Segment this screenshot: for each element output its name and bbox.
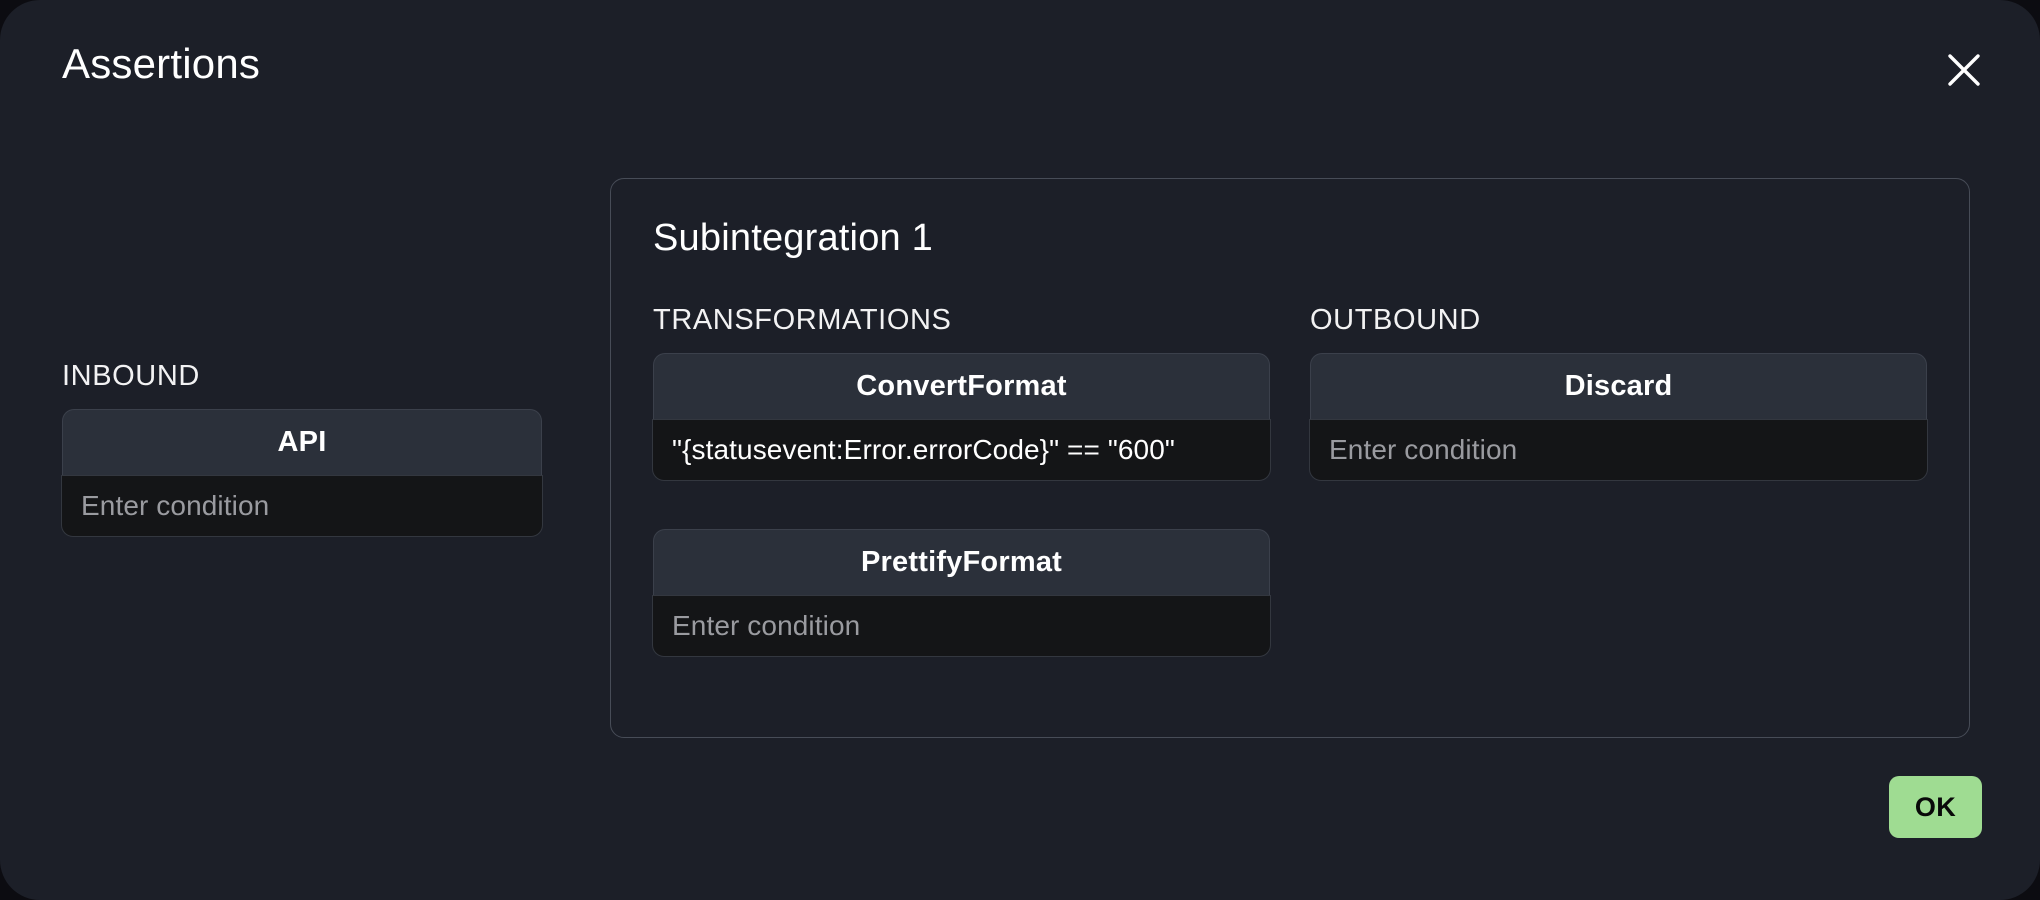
- condition-input-api[interactable]: [81, 490, 523, 522]
- inbound-column: INBOUND API: [61, 360, 543, 537]
- assertions-dialog: Assertions INBOUND API Subintegration 1 …: [0, 0, 2040, 900]
- node-card-title: PrettifyFormat: [653, 529, 1270, 595]
- outbound-label: OUTBOUND: [1310, 304, 1481, 336]
- node-card-title: Discard: [1310, 353, 1927, 419]
- close-button[interactable]: [1936, 42, 1992, 98]
- node-card-api: API: [61, 409, 543, 537]
- transformations-label: TRANSFORMATIONS: [653, 304, 952, 336]
- inbound-label: INBOUND: [62, 360, 200, 392]
- transformations-column: TRANSFORMATIONS ConvertFormat PrettifyFo…: [652, 304, 1271, 657]
- node-card-title: API: [62, 409, 542, 475]
- node-card-prettifyformat: PrettifyFormat: [652, 529, 1271, 657]
- subintegration-title: Subintegration 1: [653, 217, 933, 259]
- condition-input-wrapper[interactable]: [652, 595, 1271, 657]
- condition-input-convertformat[interactable]: [672, 434, 1251, 466]
- condition-input-discard[interactable]: [1329, 434, 1908, 466]
- outbound-column: OUTBOUND Discard: [1309, 304, 1928, 657]
- page-title: Assertions: [62, 40, 261, 87]
- node-card-convertformat: ConvertFormat: [652, 353, 1271, 481]
- condition-input-wrapper[interactable]: [1309, 419, 1928, 481]
- node-card-title: ConvertFormat: [653, 353, 1270, 419]
- node-card-discard: Discard: [1309, 353, 1928, 481]
- ok-button[interactable]: OK: [1889, 776, 1982, 838]
- subintegration-panel: Subintegration 1 TRANSFORMATIONS Convert…: [610, 178, 1970, 738]
- condition-input-wrapper[interactable]: [61, 475, 543, 537]
- condition-input-prettifyformat[interactable]: [672, 610, 1251, 642]
- condition-input-wrapper[interactable]: [652, 419, 1271, 481]
- close-x-icon: [1944, 50, 1984, 90]
